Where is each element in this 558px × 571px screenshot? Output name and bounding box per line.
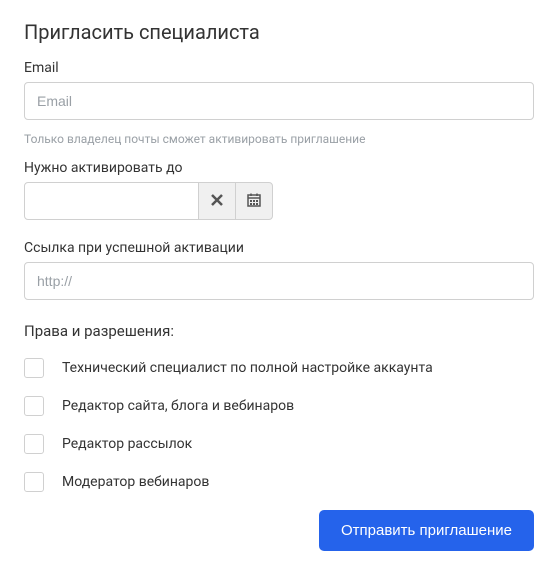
calendar-icon	[247, 193, 261, 210]
success-link-input[interactable]	[24, 262, 534, 300]
permission-checkbox-editor-site[interactable]	[24, 396, 44, 416]
permission-checkbox-technical[interactable]	[24, 358, 44, 378]
email-input[interactable]	[24, 82, 534, 120]
permission-checkbox-moderator[interactable]	[24, 472, 44, 492]
permission-checkbox-editor-mail[interactable]	[24, 434, 44, 454]
activation-date-input[interactable]	[24, 182, 199, 220]
close-icon	[211, 194, 223, 209]
activation-date-label: Нужно активировать до	[24, 160, 534, 176]
submit-row: Отправить приглашение	[24, 510, 534, 551]
permissions-title: Права и разрешения:	[24, 322, 534, 340]
activation-date-group	[24, 182, 534, 220]
calendar-button[interactable]	[235, 182, 273, 220]
email-field-wrapper: Email	[24, 60, 534, 120]
permission-label[interactable]: Редактор сайта, блога и вебинаров	[62, 398, 294, 414]
email-label: Email	[24, 60, 534, 76]
permission-row: Редактор сайта, блога и вебинаров	[24, 396, 534, 416]
permission-row: Технический специалист по полной настрой…	[24, 358, 534, 378]
page-title: Пригласить специалиста	[24, 20, 534, 44]
success-link-label: Ссылка при успешной активации	[24, 240, 534, 256]
permission-row: Модератор вебинаров	[24, 472, 534, 492]
clear-date-button[interactable]	[198, 182, 236, 220]
permission-label[interactable]: Модератор вебинаров	[62, 474, 209, 490]
permission-row: Редактор рассылок	[24, 434, 534, 454]
permission-label[interactable]: Технический специалист по полной настрой…	[62, 360, 433, 376]
success-link-field-wrapper: Ссылка при успешной активации	[24, 240, 534, 300]
permission-label[interactable]: Редактор рассылок	[62, 436, 192, 452]
email-hint: Только владелец почты сможет активироват…	[24, 132, 534, 146]
submit-button[interactable]: Отправить приглашение	[319, 510, 534, 551]
